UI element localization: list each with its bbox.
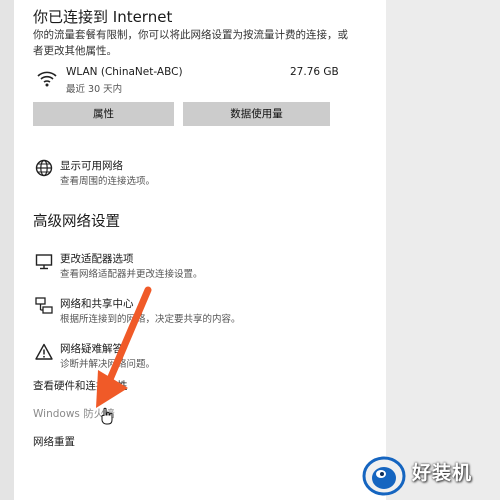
- hardware-connection-properties-link[interactable]: 查看硬件和连接属性: [33, 378, 128, 393]
- connection-heading: 你已连接到 Internet: [33, 8, 173, 26]
- network-troubleshooter-link[interactable]: 网络疑难解答: [60, 341, 123, 356]
- properties-button[interactable]: 属性: [33, 102, 174, 126]
- watermark-text: 好装机: [412, 462, 473, 484]
- data-usage-button[interactable]: 数据使用量: [183, 102, 330, 126]
- window-left-edge: [0, 0, 14, 500]
- change-adapter-options-link[interactable]: 更改适配器选项: [60, 251, 134, 266]
- hand-cursor-icon: [101, 407, 113, 425]
- globe-icon: [35, 159, 53, 177]
- network-reset-link[interactable]: 网络重置: [33, 434, 75, 449]
- monitor-icon: [35, 254, 53, 270]
- advanced-settings-heading: 高级网络设置: [33, 214, 120, 230]
- network-troubleshooter-subtitle: 诊断并解决网络问题。: [60, 359, 156, 370]
- network-sharing-center-subtitle: 根据所连接到的网络，决定要共享的内容。: [60, 314, 241, 325]
- change-adapter-options-subtitle: 查看网络适配器并更改连接设置。: [60, 269, 203, 280]
- connection-description: 你的流量套餐有限制，你可以将此网络设置为按流量计费的连接，或者更改其他属性。: [33, 29, 348, 57]
- wlan-network-name: WLAN (ChinaNet-ABC): [66, 66, 183, 78]
- warning-icon: [35, 343, 53, 360]
- show-available-networks-link[interactable]: 显示可用网络: [60, 158, 123, 173]
- show-available-networks-subtitle: 查看周围的连接选项。: [60, 176, 156, 187]
- network-share-icon: [35, 297, 53, 314]
- wifi-icon: [37, 71, 57, 87]
- wlan-usage-period: 最近 30 天内: [66, 84, 123, 95]
- network-sharing-center-link[interactable]: 网络和共享中心: [60, 296, 134, 311]
- network-status-panel: 你已连接到 Internet 你的流量套餐有限制，你可以将此网络设置为按流量计费…: [14, 0, 386, 500]
- window-right-background: [386, 0, 500, 500]
- wlan-data-usage: 27.76 GB: [290, 66, 339, 78]
